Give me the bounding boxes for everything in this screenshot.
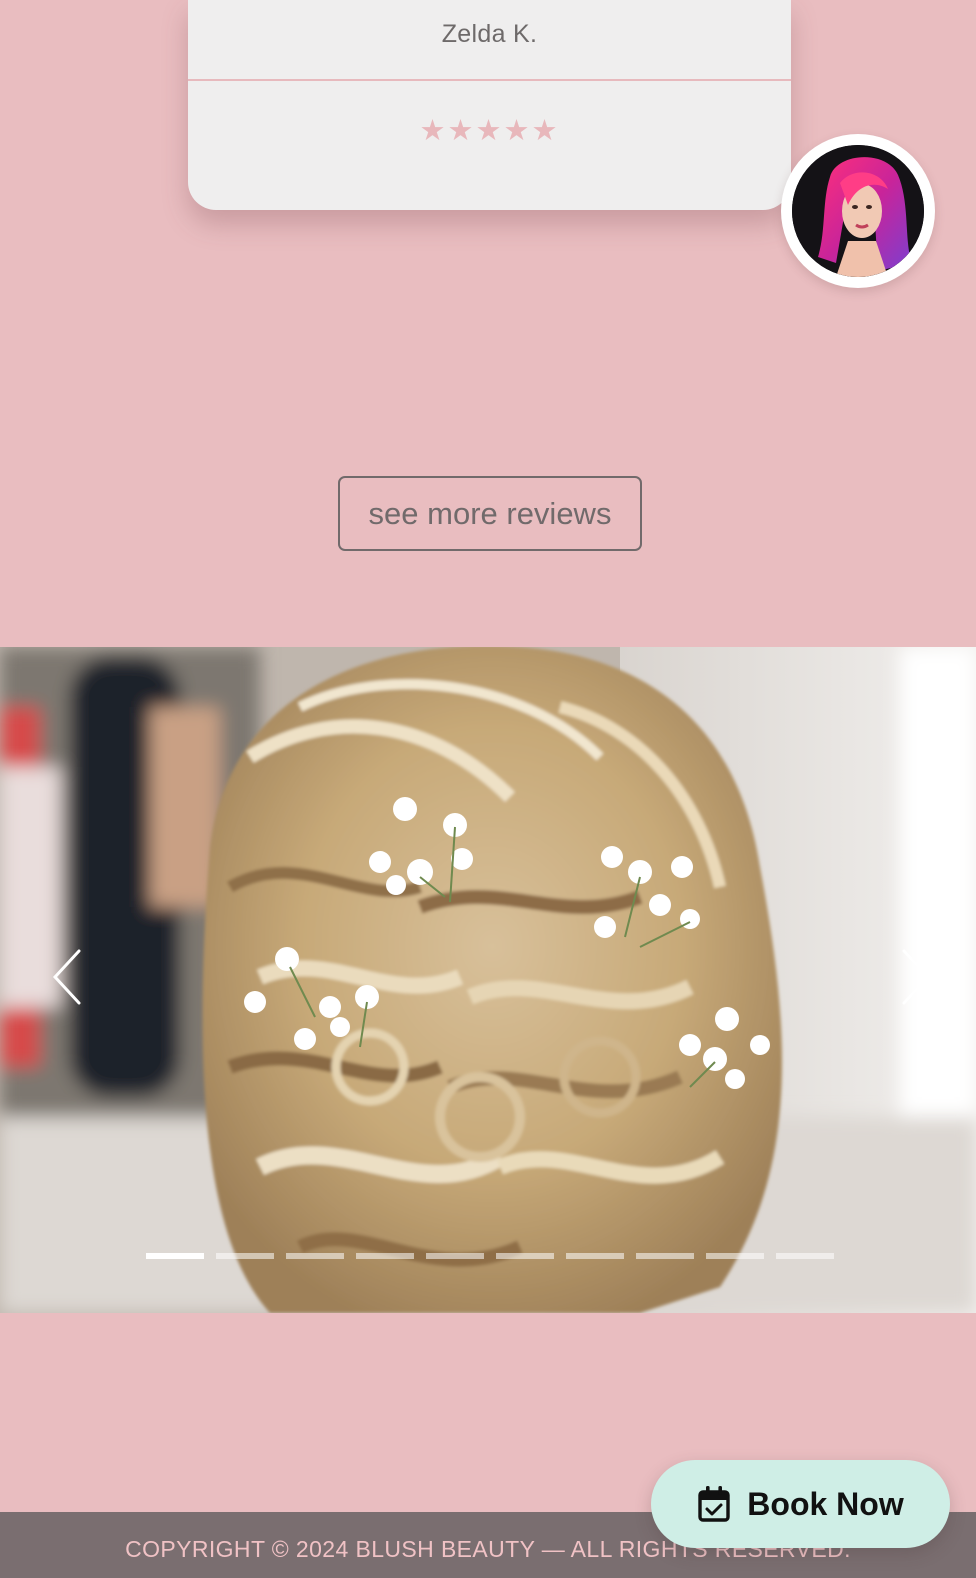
book-now-button[interactable]: Book Now [651, 1460, 950, 1548]
gallery-dot[interactable] [496, 1253, 554, 1259]
card-divider [188, 79, 791, 81]
gallery-pagination [146, 1253, 834, 1261]
gallery-prev-button[interactable] [42, 942, 92, 1012]
review-card: Zelda K. ★★★★★ [188, 0, 935, 288]
reviewer-name: Zelda K. [441, 20, 538, 48]
gallery-dot[interactable] [776, 1253, 834, 1259]
avatar-photo [792, 145, 924, 277]
gallery-dot[interactable] [426, 1253, 484, 1259]
gallery-dot[interactable] [706, 1253, 764, 1259]
gallery-dot[interactable] [356, 1253, 414, 1259]
calendar-check-icon [698, 1486, 730, 1522]
page: Zelda K. ★★★★★ see more reviews COPYRIGH… [0, 0, 976, 1578]
gallery-dot[interactable] [286, 1253, 344, 1259]
star-rating: ★★★★★ [419, 115, 560, 147]
book-now-label: Book Now [747, 1485, 904, 1522]
gallery-next-button[interactable] [891, 942, 941, 1012]
chevron-left-icon [52, 949, 81, 1005]
gallery-dot[interactable] [636, 1253, 694, 1259]
gallery-dot[interactable] [146, 1253, 204, 1259]
reviewer-avatar [781, 134, 935, 288]
gallery-dot[interactable] [566, 1253, 624, 1259]
gallery-photo [0, 647, 976, 1313]
chevron-right-icon [902, 949, 931, 1005]
gallery-dot[interactable] [216, 1253, 274, 1259]
see-more-reviews-button[interactable]: see more reviews [338, 476, 642, 551]
hair-gallery-slider[interactable] [0, 647, 976, 1313]
